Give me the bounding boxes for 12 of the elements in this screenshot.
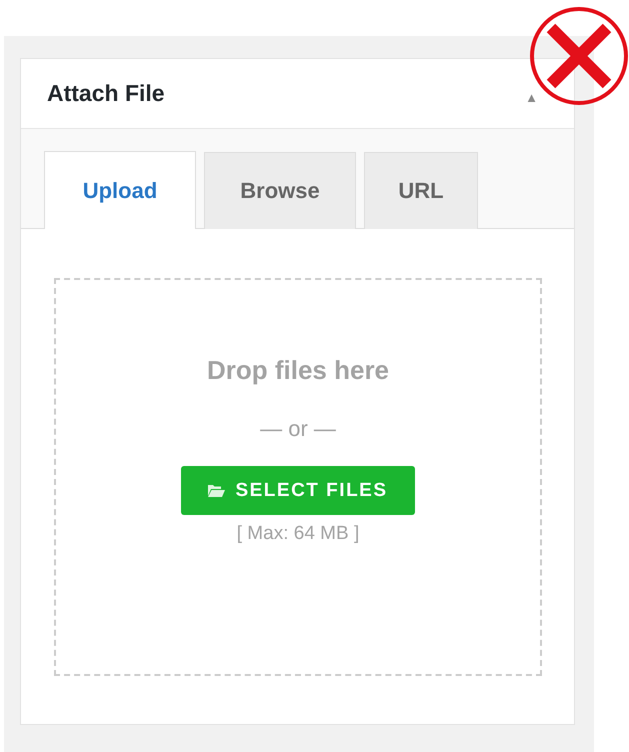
folder-icon — [208, 484, 226, 497]
drop-heading: Drop files here — [206, 355, 390, 386]
panel-title: Attach File — [47, 80, 165, 107]
drop-zone[interactable]: Drop files here — or — SELECT FILES [ Max: 64 MB ] — [54, 278, 542, 676]
tab[interactable]: Browse — [204, 152, 356, 229]
cross-circle-icon — [529, 4, 629, 108]
separator-text: — or — — [260, 416, 336, 442]
tab[interactable]: URL — [364, 152, 478, 229]
size-limit: [ Max: 64 MB ] — [236, 523, 360, 545]
select-files-button[interactable]: SELECT FILES — [181, 466, 415, 515]
collapse-toggle[interactable]: ▲ — [525, 90, 538, 105]
tab[interactable]: Upload — [44, 151, 196, 229]
